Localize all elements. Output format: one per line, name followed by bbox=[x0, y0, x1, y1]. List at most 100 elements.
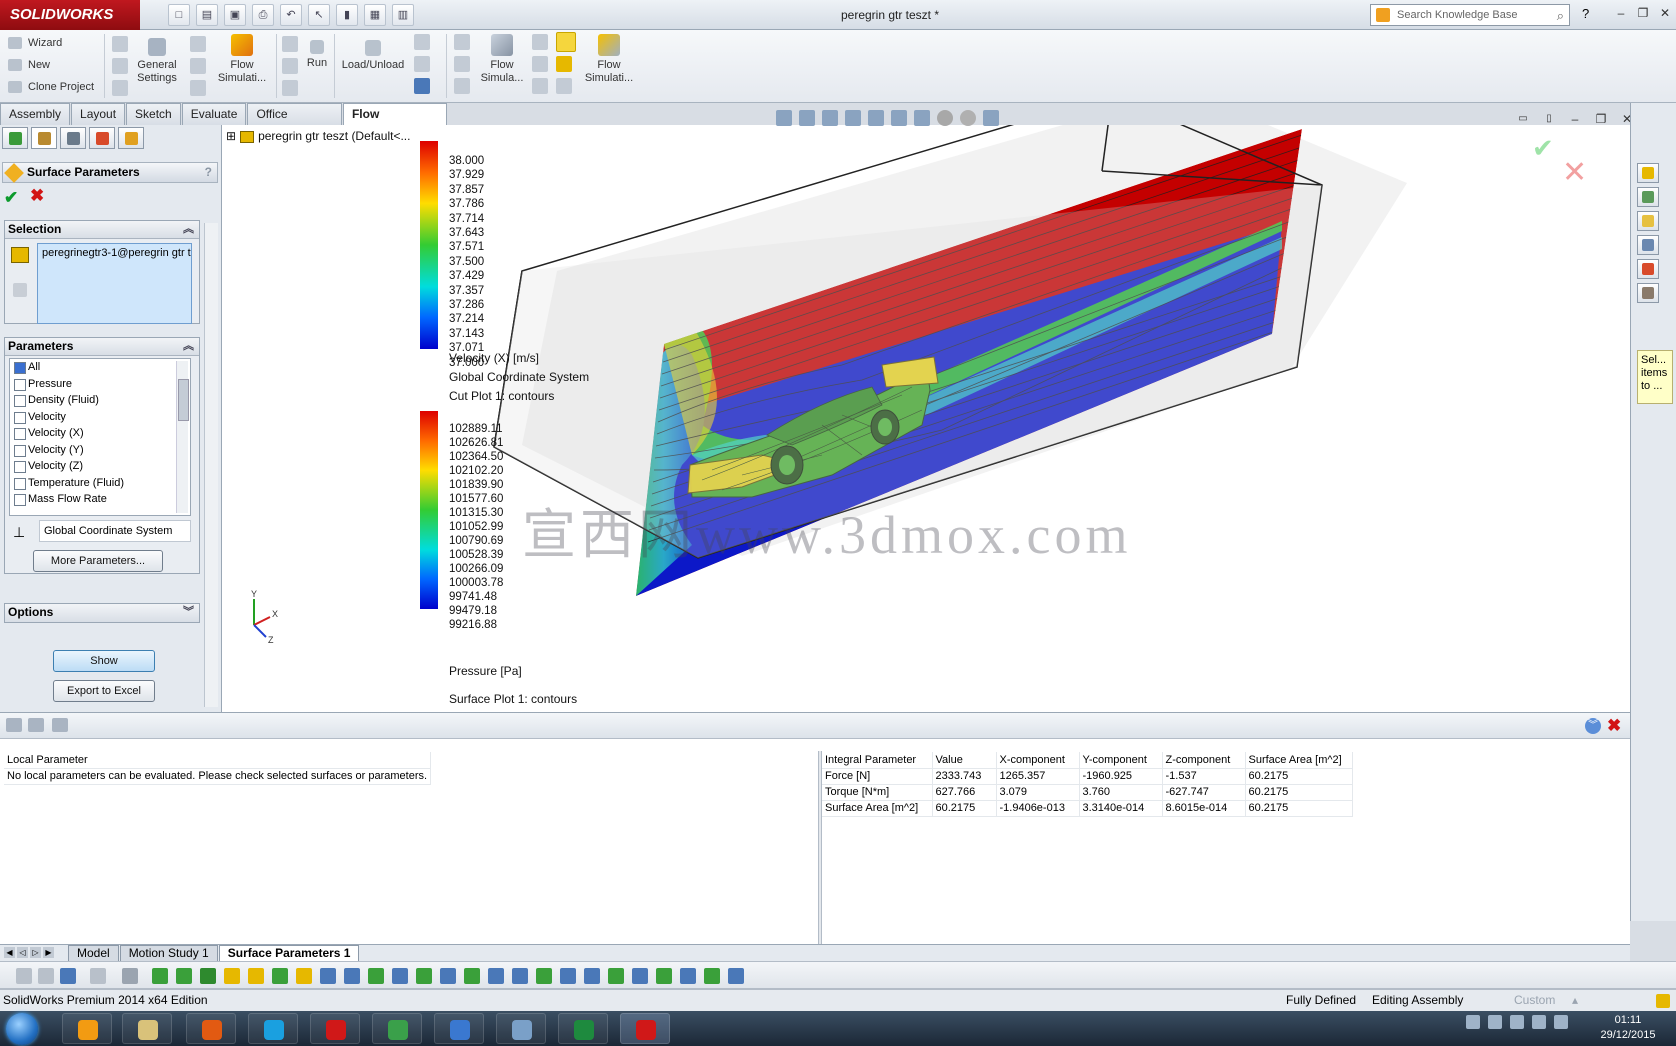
filter-loops-icon[interactable] bbox=[440, 968, 456, 984]
small-tool-icon[interactable] bbox=[190, 80, 206, 96]
zoom-to-area-icon[interactable] bbox=[799, 110, 815, 126]
view-layout-icon[interactable]: ▭ bbox=[1514, 110, 1532, 128]
filter-dimensions-icon[interactable] bbox=[368, 968, 384, 984]
first-tab-icon[interactable]: ◀ bbox=[4, 947, 15, 958]
param-all-checkbox[interactable]: All bbox=[10, 359, 190, 376]
small-tool-icon[interactable] bbox=[414, 34, 430, 50]
graphics-area[interactable]: ⊞ peregrin gtr teszt (Default<... Y X Z … bbox=[222, 125, 1630, 712]
minimize-icon[interactable]: – bbox=[1612, 4, 1630, 22]
flow-simulation-view[interactable]: Y X Z bbox=[222, 125, 1630, 712]
flow-simulation-tab-icon[interactable] bbox=[118, 127, 144, 149]
parameters-list[interactable]: All Pressure Density (Fluid) Velocity Ve… bbox=[9, 358, 191, 516]
param-temperature-checkbox[interactable]: Temperature (Fluid) bbox=[10, 475, 190, 492]
viewport-restore-icon[interactable]: ❐ bbox=[1592, 110, 1610, 128]
filter-vertices-icon[interactable] bbox=[296, 968, 312, 984]
selection-item[interactable]: peregrinegtr3-1@peregrin gtr teszt bbox=[42, 247, 191, 259]
panel-scrollbar[interactable] bbox=[204, 223, 218, 707]
small-tool-icon[interactable] bbox=[414, 78, 430, 94]
rebuild-status-icon[interactable] bbox=[1656, 994, 1670, 1008]
confirm-corner-ok-icon[interactable]: ✔ bbox=[1532, 133, 1554, 164]
wizard-button[interactable]: Wizard bbox=[8, 37, 62, 50]
tray-arrow-icon[interactable] bbox=[1466, 1015, 1480, 1029]
tray-flag-icon[interactable] bbox=[1488, 1015, 1502, 1029]
taskbar-thunderbird-icon[interactable] bbox=[434, 1013, 484, 1044]
filter-sketch-segments-icon[interactable] bbox=[344, 968, 360, 984]
table-row[interactable]: Force [N] 2333.743 1265.357 -1960.925 -1… bbox=[822, 768, 1353, 785]
filter-cosmetic-icon[interactable] bbox=[536, 968, 552, 984]
export-icon[interactable] bbox=[52, 718, 68, 732]
display-style-icon[interactable] bbox=[891, 110, 907, 126]
tab-office-products[interactable]: Office Products bbox=[247, 103, 342, 141]
param-velocity-x-checkbox[interactable]: Velocity (X) bbox=[10, 425, 190, 442]
ok-button[interactable]: ✔ bbox=[4, 188, 18, 208]
filter-clear-icon[interactable] bbox=[38, 968, 54, 984]
custom-properties-icon[interactable] bbox=[1637, 283, 1659, 303]
design-library-icon[interactable] bbox=[1637, 187, 1659, 207]
hide-show-items-icon[interactable] bbox=[914, 110, 930, 126]
small-tool-icon[interactable] bbox=[282, 80, 298, 96]
taskbar-clock[interactable]: 01:11 29/12/2015 bbox=[1588, 1013, 1668, 1043]
filter-edges-icon[interactable] bbox=[152, 968, 168, 984]
filter-faces-icon[interactable] bbox=[176, 968, 192, 984]
filter-blocks-icon[interactable] bbox=[584, 968, 600, 984]
tab-model[interactable]: Model bbox=[68, 945, 119, 961]
save-icon[interactable]: ▣ bbox=[224, 4, 246, 26]
filter-mates-icon[interactable] bbox=[632, 968, 648, 984]
taskbar-excel-icon[interactable] bbox=[558, 1013, 608, 1044]
small-tool-icon[interactable] bbox=[112, 58, 128, 74]
small-tool-icon[interactable] bbox=[556, 56, 572, 72]
taskbar-explorer-icon[interactable] bbox=[122, 1013, 172, 1044]
tray-network-icon[interactable] bbox=[1532, 1015, 1546, 1029]
open-icon[interactable]: ▤ bbox=[196, 4, 218, 26]
taskbar-solidworks-icon[interactable] bbox=[310, 1013, 360, 1044]
lightbulb-icon[interactable] bbox=[556, 32, 576, 52]
show-button[interactable]: Show bbox=[53, 650, 155, 672]
filter-options-icon[interactable] bbox=[728, 968, 744, 984]
filter-welds-icon[interactable] bbox=[416, 968, 432, 984]
next-tab-icon[interactable]: ▷ bbox=[30, 947, 41, 958]
edit-appearance-icon[interactable] bbox=[937, 110, 953, 126]
tray-windows-icon[interactable] bbox=[1510, 1015, 1524, 1029]
small-tool-icon[interactable] bbox=[532, 34, 548, 50]
filter-solid-bodies-icon[interactable] bbox=[512, 968, 528, 984]
param-velocity-z-checkbox[interactable]: Velocity (Z) bbox=[10, 458, 190, 475]
filter-planes-icon[interactable] bbox=[248, 968, 264, 984]
tab-evaluate[interactable]: Evaluate bbox=[181, 103, 247, 125]
status-units[interactable]: Custom bbox=[1514, 990, 1555, 1011]
tab-flow-simulation[interactable]: Flow Simulation bbox=[342, 103, 447, 141]
tab-surface-parameters[interactable]: Surface Parameters 1 bbox=[218, 945, 360, 961]
filter-surfaces-icon[interactable] bbox=[200, 968, 216, 984]
property-manager-tab-icon[interactable] bbox=[31, 127, 57, 149]
table-row[interactable]: Torque [N*m] 627.766 3.079 3.760 -627.74… bbox=[822, 784, 1353, 801]
options-icon[interactable]: ▥ bbox=[392, 4, 414, 26]
parameters-scrollbar[interactable] bbox=[176, 361, 189, 513]
refresh-icon[interactable] bbox=[6, 718, 22, 732]
zoom-to-fit-icon[interactable] bbox=[776, 110, 792, 126]
selection-list[interactable]: peregrinegtr3-1@peregrin gtr teszt bbox=[37, 243, 192, 324]
small-tool-icon[interactable] bbox=[282, 36, 298, 52]
export-to-excel-button[interactable]: Export to Excel bbox=[53, 680, 155, 702]
run-button[interactable]: Run bbox=[302, 40, 332, 70]
chevron-down-icon[interactable]: ︾ bbox=[183, 604, 194, 621]
view-split-icon[interactable]: ▯ bbox=[1540, 110, 1558, 128]
search-source-icon[interactable] bbox=[1376, 8, 1390, 22]
general-settings-button[interactable]: General Settings bbox=[134, 38, 180, 85]
undo-icon[interactable]: ↶ bbox=[280, 4, 302, 26]
rebuild-icon[interactable]: ▮ bbox=[336, 4, 358, 26]
filter-datum-icon[interactable] bbox=[464, 968, 480, 984]
tab-assembly[interactable]: Assembly bbox=[0, 103, 71, 125]
select-icon[interactable]: ↖ bbox=[308, 4, 330, 26]
flow-simulation-button-2[interactable]: Flow Simula... bbox=[474, 34, 530, 85]
file-explorer-icon[interactable] bbox=[1637, 211, 1659, 231]
small-tool-icon[interactable] bbox=[454, 78, 470, 94]
taskbar-calculator-icon[interactable] bbox=[496, 1013, 546, 1044]
param-velocity-y-checkbox[interactable]: Velocity (Y) bbox=[10, 442, 190, 459]
small-tool-icon[interactable] bbox=[414, 56, 430, 72]
table-row[interactable]: Surface Area [m^2] 60.2175 -1.9406e-013 … bbox=[822, 800, 1353, 817]
cancel-button[interactable]: ✖ bbox=[30, 186, 44, 206]
view-palette-icon[interactable] bbox=[1637, 235, 1659, 255]
apply-scene-icon[interactable] bbox=[960, 110, 976, 126]
small-tool-icon[interactable] bbox=[454, 34, 470, 50]
options-group-header[interactable]: Options ︾ bbox=[5, 604, 199, 622]
filter-surface-bodies-icon[interactable] bbox=[488, 968, 504, 984]
